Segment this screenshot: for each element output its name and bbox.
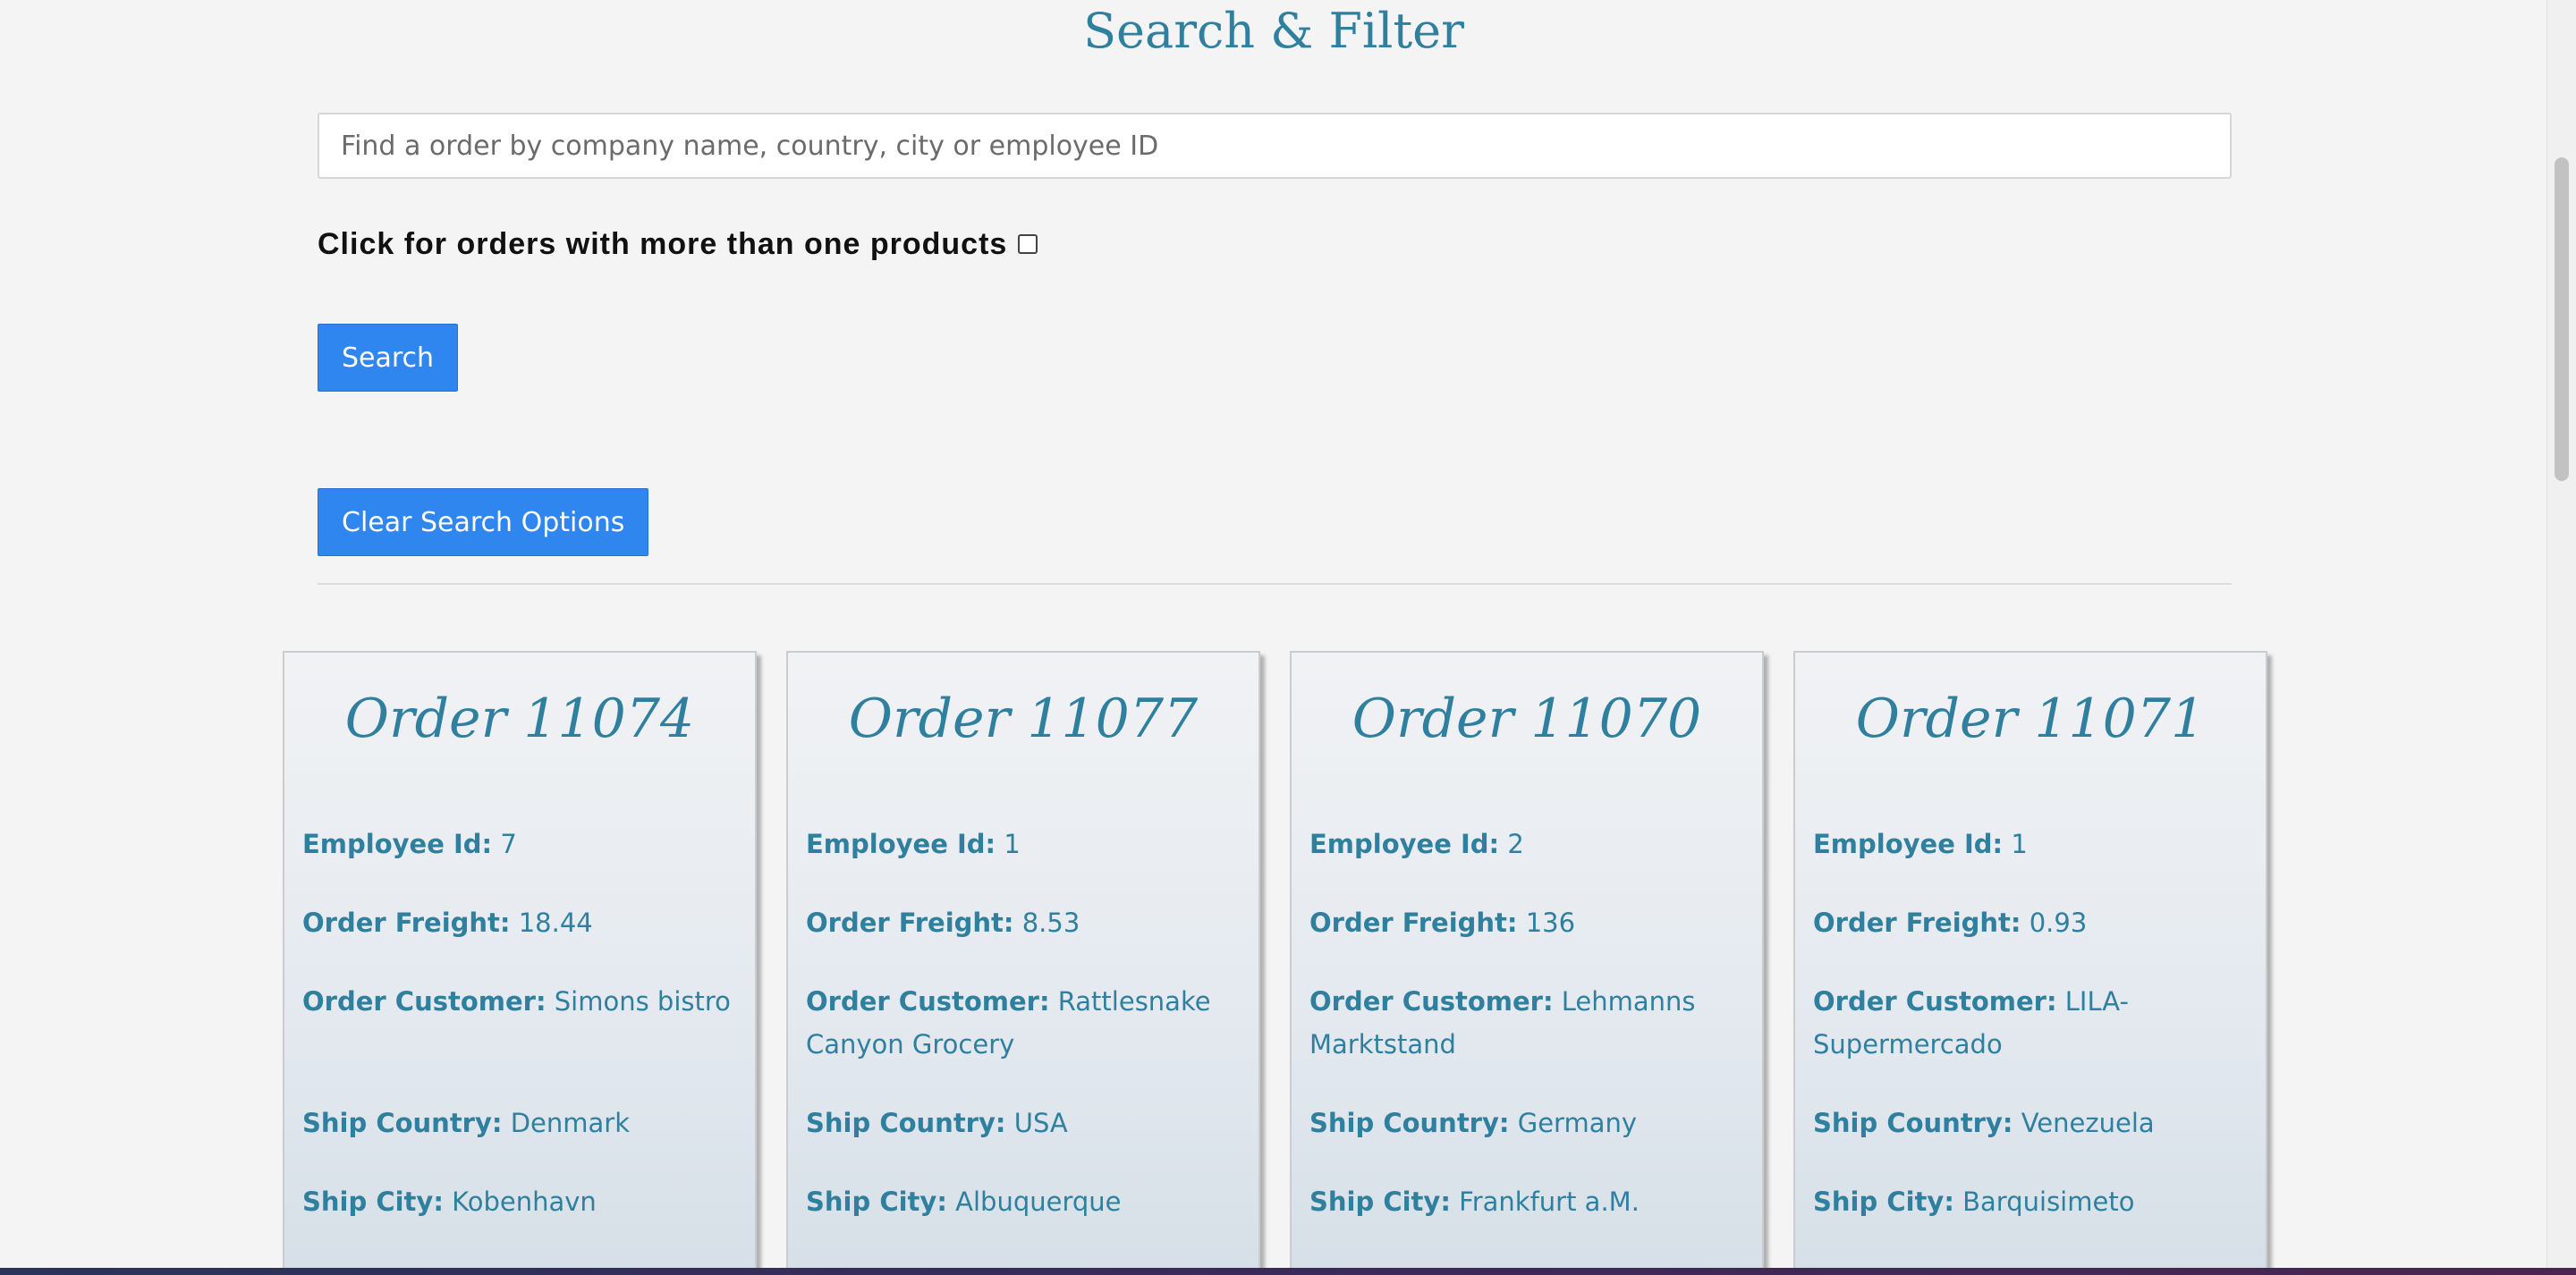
- employee-id-field: Employee Id: 1: [1813, 823, 2251, 865]
- employee-id-label: Employee Id:: [302, 829, 493, 859]
- divider: [318, 583, 2232, 585]
- order-freight-value: 136: [1525, 908, 1576, 938]
- order-title: Order 11070: [1352, 688, 1702, 750]
- ship-city-value: Barquisimeto: [1962, 1186, 2135, 1217]
- ship-country-field: Ship Country: Germany: [1309, 1102, 1748, 1144]
- employee-id-label: Employee Id:: [806, 829, 996, 859]
- order-cards: Order 11074 Employee Id: 7 Order Freight…: [283, 651, 2270, 1275]
- filter-row: Click for orders with more than one prod…: [318, 224, 1038, 265]
- order-customer-label: Order Customer:: [302, 986, 547, 1017]
- ship-city-field: Ship City: Frankfurt a.M.: [1309, 1180, 1748, 1223]
- order-freight-value: 18.44: [518, 908, 593, 938]
- employee-id-value: 7: [500, 829, 517, 859]
- order-card[interactable]: Order 11070 Employee Id: 2 Order Freight…: [1290, 651, 1764, 1275]
- ship-country-field: Ship Country: Venezuela: [1813, 1102, 2251, 1144]
- page: Search & Filter Click for orders with mo…: [0, 0, 2576, 1275]
- ship-city-field: Ship City: Barquisimeto: [1813, 1180, 2251, 1223]
- order-freight-value: 8.53: [1021, 908, 1080, 938]
- ship-city-value: Kobenhavn: [452, 1186, 597, 1217]
- order-customer-label: Order Customer:: [1813, 986, 2057, 1017]
- ship-country-label: Ship Country:: [806, 1108, 1006, 1138]
- order-customer-field: Order Customer: Lehmanns Marktstand: [1309, 980, 1748, 1066]
- employee-id-label: Employee Id:: [1309, 829, 1500, 859]
- order-title: Order 11074: [344, 688, 695, 750]
- order-customer-label: Order Customer:: [1309, 986, 1554, 1017]
- employee-id-value: 1: [1004, 829, 1021, 859]
- ship-country-label: Ship Country:: [1813, 1108, 2013, 1138]
- order-card[interactable]: Order 11077 Employee Id: 1 Order Freight…: [786, 651, 1260, 1275]
- ship-country-value: USA: [1013, 1108, 1068, 1138]
- window-bottom-edge: [0, 1268, 2576, 1275]
- ship-city-label: Ship City:: [1813, 1186, 1954, 1217]
- ship-country-label: Ship Country:: [302, 1108, 503, 1138]
- order-freight-label: Order Freight:: [806, 908, 1014, 938]
- order-freight-field: Order Freight: 18.44: [302, 901, 741, 944]
- ship-country-value: Venezuela: [2021, 1108, 2155, 1138]
- scrollbar-thumb[interactable]: [2555, 157, 2569, 481]
- order-freight-field: Order Freight: 8.53: [806, 901, 1244, 944]
- order-customer-field: Order Customer: LILA-Supermercado: [1813, 980, 2251, 1066]
- employee-id-field: Employee Id: 2: [1309, 823, 1748, 865]
- page-title: Search & Filter: [1083, 3, 1464, 59]
- employee-id-field: Employee Id: 1: [806, 823, 1244, 865]
- order-customer-value: Simons bistro: [554, 986, 731, 1017]
- order-card[interactable]: Order 11074 Employee Id: 7 Order Freight…: [283, 651, 757, 1275]
- multi-product-checkbox[interactable]: [1018, 234, 1038, 254]
- ship-city-value: Frankfurt a.M.: [1459, 1186, 1640, 1217]
- search-button[interactable]: Search: [318, 324, 459, 392]
- order-customer-field: Order Customer: Simons bistro: [302, 980, 741, 1023]
- order-freight-field: Order Freight: 136: [1309, 901, 1748, 944]
- clear-search-options-button[interactable]: Clear Search Options: [318, 488, 649, 556]
- ship-city-label: Ship City:: [1309, 1186, 1451, 1217]
- ship-city-label: Ship City:: [806, 1186, 947, 1217]
- vertical-scrollbar[interactable]: [2546, 0, 2576, 1275]
- order-title: Order 11071: [1855, 688, 2206, 750]
- employee-id-label: Employee Id:: [1813, 829, 2004, 859]
- ship-country-value: Germany: [1517, 1108, 1638, 1138]
- order-customer-field: Order Customer: Rattlesnake Canyon Groce…: [806, 980, 1244, 1066]
- order-freight-label: Order Freight:: [1813, 908, 2021, 938]
- order-freight-label: Order Freight:: [1309, 908, 1518, 938]
- ship-city-field: Ship City: Kobenhavn: [302, 1180, 741, 1223]
- multi-product-filter-label: Click for orders with more than one prod…: [318, 226, 1008, 261]
- ship-country-value: Denmark: [510, 1108, 631, 1138]
- order-customer-label: Order Customer:: [806, 986, 1050, 1017]
- employee-id-value: 2: [1507, 829, 1524, 859]
- order-freight-label: Order Freight:: [302, 908, 511, 938]
- order-freight-field: Order Freight: 0.93: [1813, 901, 2251, 944]
- ship-country-field: Ship Country: Denmark: [302, 1102, 741, 1144]
- employee-id-field: Employee Id: 7: [302, 823, 741, 865]
- ship-city-value: Albuquerque: [955, 1186, 1122, 1217]
- order-freight-value: 0.93: [2029, 908, 2088, 938]
- order-title: Order 11077: [848, 688, 1199, 750]
- ship-city-field: Ship City: Albuquerque: [806, 1180, 1244, 1223]
- order-card[interactable]: Order 11071 Employee Id: 1 Order Freight…: [1793, 651, 2267, 1275]
- ship-city-label: Ship City:: [302, 1186, 444, 1217]
- search-input[interactable]: [318, 113, 2232, 179]
- employee-id-value: 1: [2011, 829, 2028, 859]
- ship-country-label: Ship Country:: [1309, 1108, 1510, 1138]
- ship-country-field: Ship Country: USA: [806, 1102, 1244, 1144]
